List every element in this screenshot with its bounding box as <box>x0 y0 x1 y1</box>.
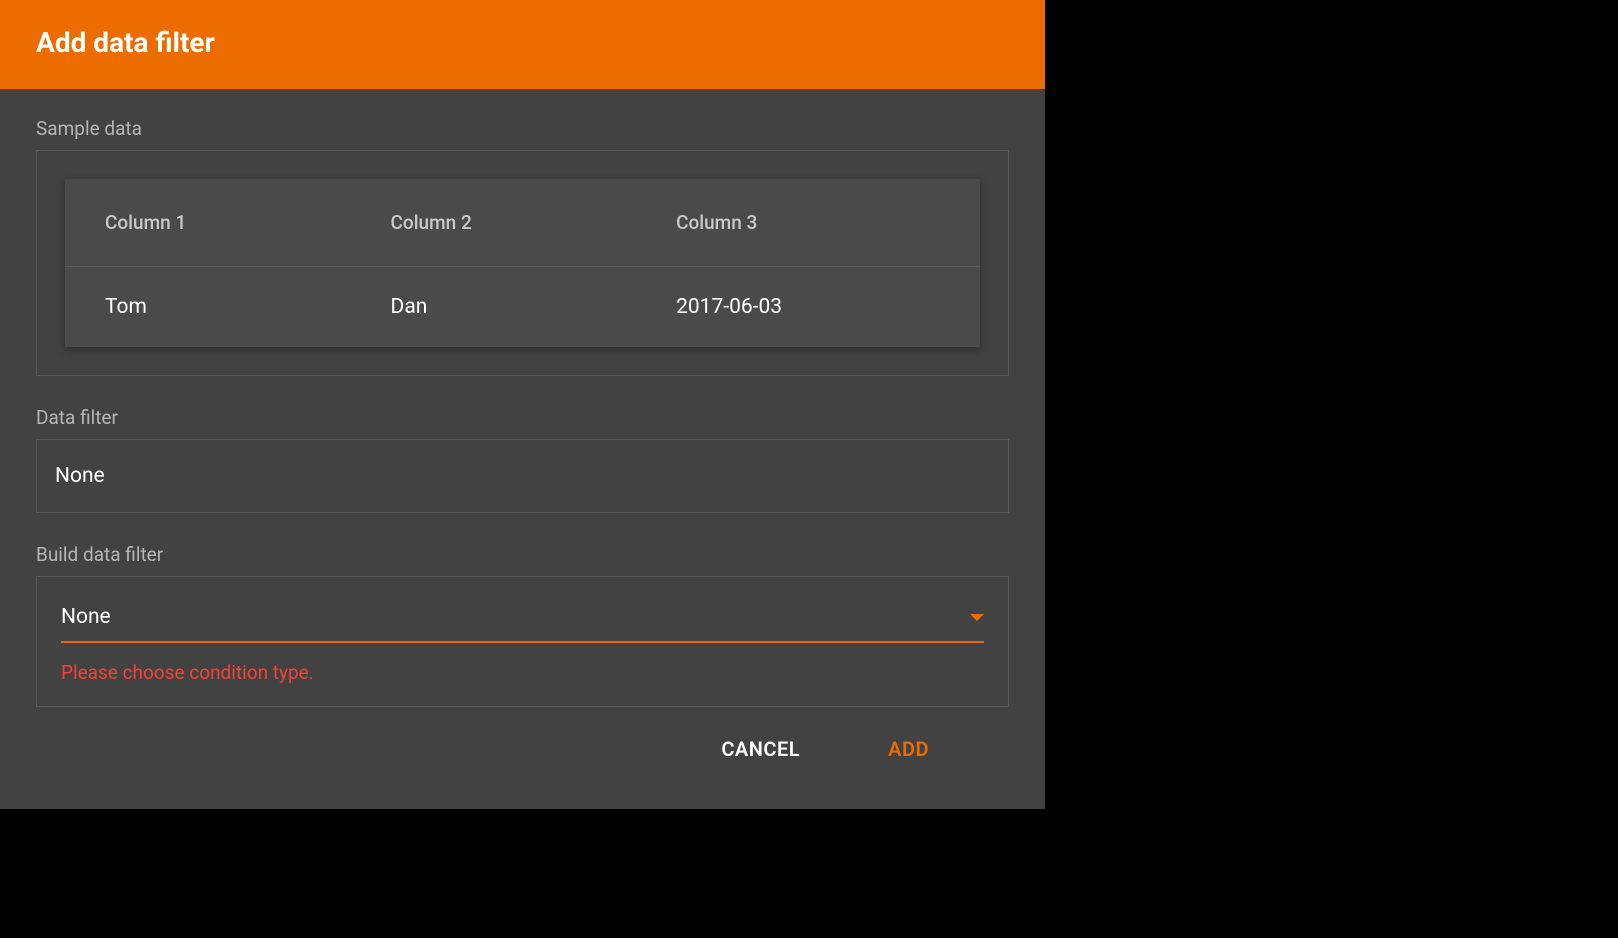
cancel-button[interactable]: CANCEL <box>721 737 800 761</box>
table-header-row: Column 1 Column 2 Column 3 <box>65 179 980 267</box>
data-filter-value: None <box>55 464 105 488</box>
build-data-filter-label: Build data filter <box>36 543 1009 566</box>
table-cell: Dan <box>351 267 637 348</box>
add-data-filter-dialog: Add data filter Sample data Column 1 Col… <box>0 0 1045 809</box>
sample-data-box: Column 1 Column 2 Column 3 Tom Dan 2017-… <box>36 150 1009 376</box>
sample-data-label: Sample data <box>36 117 1009 140</box>
add-button[interactable]: ADD <box>888 737 929 761</box>
data-filter-label: Data filter <box>36 406 1009 429</box>
data-filter-box[interactable]: None <box>36 439 1009 513</box>
condition-type-value: None <box>61 605 111 629</box>
dialog-body: Sample data Column 1 Column 2 Column 3 T… <box>0 89 1045 809</box>
dialog-title: Add data filter <box>36 26 1009 59</box>
table-row: Tom Dan 2017-06-03 <box>65 267 980 348</box>
condition-type-select[interactable]: None <box>61 605 984 643</box>
table-cell: 2017-06-03 <box>636 267 980 348</box>
dialog-header: Add data filter <box>0 0 1045 89</box>
table-cell: Tom <box>65 267 351 348</box>
sample-data-table: Column 1 Column 2 Column 3 Tom Dan 2017-… <box>65 179 980 347</box>
dialog-footer: CANCEL ADD <box>36 737 1009 791</box>
sample-table-wrapper: Column 1 Column 2 Column 3 Tom Dan 2017-… <box>65 179 980 347</box>
condition-type-error: Please choose condition type. <box>61 661 984 684</box>
table-header-col1: Column 1 <box>65 179 351 267</box>
table-header-col3: Column 3 <box>636 179 980 267</box>
table-header-col2: Column 2 <box>351 179 637 267</box>
caret-down-icon <box>970 614 984 621</box>
build-data-filter-box: None Please choose condition type. <box>36 576 1009 707</box>
